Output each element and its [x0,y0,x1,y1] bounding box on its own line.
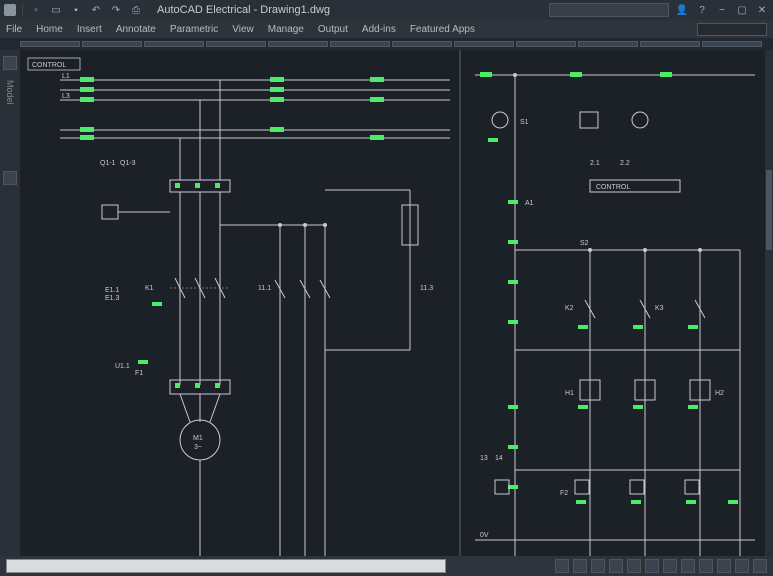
panel-tool[interactable] [3,56,17,70]
menu-parametric[interactable]: Parametric [170,24,218,35]
menu-home[interactable]: Home [36,24,63,35]
ruler [0,38,773,50]
titlebar: ▫ ▭ ▪ ↶ ↷ ⎙ AutoCAD Electrical - Drawing… [0,0,773,20]
grid-toggle[interactable] [573,559,587,573]
comp-label: F2 [560,490,568,497]
menu-output[interactable]: Output [318,24,348,35]
ruler-segment [640,41,700,47]
ruler-segment [144,41,204,47]
statusbar [0,556,773,576]
comp-label: S2 [580,240,589,247]
terminal-label: Q1-1 [100,160,116,167]
ruler-segment [330,41,390,47]
ruler-segment [702,41,762,47]
motor-label: M1 [193,435,203,442]
ref-label: 2.2 [620,160,630,167]
status-icon[interactable] [735,559,749,573]
ruler-segment [578,41,638,47]
overload-label: F1 [135,370,143,377]
ref-id: 11.1 [258,285,271,292]
layer-dropdown[interactable] [697,23,767,36]
section-label: CONTROL [596,184,630,191]
motor-desc: 3~ [194,444,202,451]
comp-label: K2 [565,305,574,312]
ruler-segment [516,41,576,47]
new-icon[interactable]: ▫ [29,3,43,17]
ortho-toggle[interactable] [609,559,623,573]
osnap-toggle[interactable] [645,559,659,573]
panel-tool[interactable] [3,171,17,185]
ref-label: 2.1 [590,160,600,167]
status-icon[interactable] [717,559,731,573]
search-input[interactable] [549,3,669,17]
ref-id: E1.3 [105,295,120,302]
menu-featured[interactable]: Featured Apps [410,24,475,35]
menubar: File Home Insert Annotate Parametric Vie… [0,20,773,38]
signin-icon[interactable]: 👤 [675,3,689,17]
maximize-icon[interactable]: ▢ [735,3,749,17]
comp-label: K3 [655,305,664,312]
vertical-scrollbar[interactable] [765,50,773,556]
snap-toggle[interactable] [591,559,605,573]
ruler-segment [206,41,266,47]
ruler-segment [454,41,514,47]
plot-icon[interactable]: ⎙ [129,3,143,17]
lwt-toggle[interactable] [681,559,695,573]
close-icon[interactable]: ✕ [755,3,769,17]
undo-icon[interactable]: ↶ [89,3,103,17]
ruler-segment [82,41,142,47]
model-button[interactable] [555,559,569,573]
ref-id: U1.1 [115,363,130,370]
drawing-canvas[interactable]: CONTROL L1 L3 [20,50,765,556]
redo-icon[interactable]: ↷ [109,3,123,17]
schematic-svg: CONTROL L1 L3 [20,50,765,556]
terminal-label: Q1-3 [120,160,136,167]
minimize-icon[interactable]: − [715,3,729,17]
qprops-toggle[interactable] [699,559,713,573]
save-icon[interactable]: ▪ [69,3,83,17]
block-title: CONTROL [32,62,66,69]
window-title: AutoCAD Electrical - Drawing1.dwg [149,4,543,16]
ruler-segment [392,41,452,47]
ruler-segment [268,41,328,47]
app-icon [4,4,16,16]
scrollbar-thumb[interactable] [766,170,772,250]
menu-addins[interactable]: Add-ins [362,24,396,35]
model-tab-label[interactable]: Model [5,80,15,105]
menu-view[interactable]: View [232,24,254,35]
menu-annotate[interactable]: Annotate [116,24,156,35]
status-icon[interactable] [753,559,767,573]
bus-label: 0V [480,532,489,539]
comp-label: S1 [520,119,529,126]
menu-manage[interactable]: Manage [268,24,304,35]
comp-label: H1 [565,390,574,397]
help-icon[interactable]: ? [695,3,709,17]
bus-label: L1 [62,73,70,80]
ref-label: 13 [480,455,488,462]
open-icon[interactable]: ▭ [49,3,63,17]
otrack-toggle[interactable] [663,559,677,573]
ref-id: E1.1 [105,287,120,294]
command-input[interactable] [6,559,446,573]
ref-label: A1 [525,200,534,207]
ref-label: 14 [495,455,503,462]
side-panel: Model [0,50,20,556]
main-area: Model CONTROL L1 L3 [0,50,773,556]
contactor-label: K1 [145,285,154,292]
menu-file[interactable]: File [6,24,22,35]
polar-toggle[interactable] [627,559,641,573]
separator [22,4,23,16]
ruler-segment [20,41,80,47]
ref-id: 11.3 [420,285,433,292]
bus-label: L3 [62,93,70,100]
menu-insert[interactable]: Insert [77,24,102,35]
comp-label: H2 [715,390,724,397]
